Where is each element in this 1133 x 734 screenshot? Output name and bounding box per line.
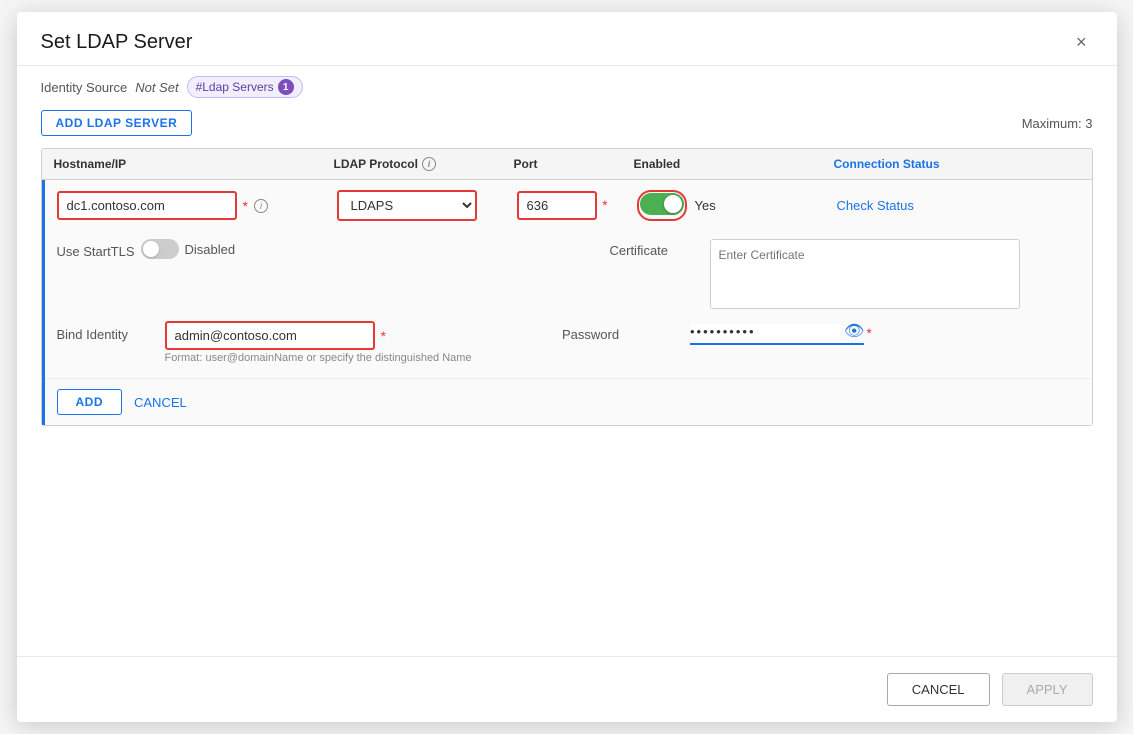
toolbar: ADD LDAP SERVER Maximum: 3 [17,98,1117,148]
protocol-select[interactable]: LDAPS LDAP [337,190,477,221]
protocol-info-icon[interactable]: i [422,157,436,171]
table-row: * i LDAPS LDAP * [42,180,1092,425]
password-wrapper: 👁 [690,321,864,345]
add-ldap-server-button[interactable]: ADD LDAP SERVER [41,110,193,136]
ldap-table: Hostname/IP LDAP Protocol i Port Enabled… [41,148,1093,426]
enabled-toggle[interactable] [640,193,684,215]
bind-row: Bind Identity * Format: user@domainName … [57,321,1080,364]
dialog-header: Set LDAP Server × [17,12,1117,66]
set-ldap-dialog: Set LDAP Server × Identity Source Not Se… [17,12,1117,722]
dialog-subheader: Identity Source Not Set #Ldap Servers 1 [17,66,1117,98]
bind-identity-input[interactable] [165,321,375,350]
bind-required: * [381,328,386,344]
connection-cell: Check Status [837,198,1080,213]
certificate-label: Certificate [610,239,700,258]
hostname-cell: * i [57,191,337,220]
add-button[interactable]: ADD [57,389,123,415]
header-connection: Connection Status [834,157,1080,171]
ldap-badge-text: #Ldap Servers [196,80,274,94]
footer-apply-button: APPLY [1002,673,1093,706]
content-spacer [17,426,1117,656]
starttls-label: Use StartTLS [57,240,135,259]
protocol-cell: LDAPS LDAP [337,190,517,221]
password-label: Password [562,321,682,342]
enabled-label: Yes [695,198,716,213]
starttls-toggle[interactable] [141,239,179,259]
table-header: Hostname/IP LDAP Protocol i Port Enabled… [42,149,1092,180]
bind-input-wrapper: * [165,321,555,350]
ldap-badge[interactable]: #Ldap Servers 1 [187,76,303,98]
identity-source-label: Identity Source [41,80,128,95]
identity-source-value: Not Set [135,80,178,95]
enabled-toggle-wrapper [637,190,687,221]
row-cancel-button[interactable]: CANCEL [134,395,187,410]
port-required: * [602,197,607,213]
hostname-required: * [243,198,248,214]
header-hostname: Hostname/IP [54,157,334,171]
certificate-section: Certificate [610,239,1020,309]
ldap-badge-count: 1 [278,79,294,95]
header-port: Port [514,157,634,171]
header-enabled: Enabled [634,157,834,171]
hostname-info-icon[interactable]: i [254,199,268,213]
certificate-textarea[interactable] [710,239,1020,309]
pw-required: * [866,325,871,341]
header-protocol: LDAP Protocol i [334,157,514,171]
starttls-knob [143,241,159,257]
row-actions: ADD CANCEL [45,378,1092,425]
dialog-title: Set LDAP Server [41,31,193,54]
table-row-main: * i LDAPS LDAP * [45,180,1092,231]
close-button[interactable]: × [1070,30,1093,55]
bind-hint: Format: user@domainName or specify the d… [165,352,555,364]
starttls-status: Disabled [185,242,236,257]
max-label: Maximum: 3 [1022,116,1093,131]
password-section: 👁 * [690,321,1080,345]
starttls-section: Use StartTLS Disabled [57,239,236,259]
toggle-knob [664,195,682,213]
bind-identity-label: Bind Identity [57,321,157,342]
bind-identity-section: * Format: user@domainName or specify the… [165,321,555,364]
check-status-link[interactable]: Check Status [837,198,914,213]
footer-cancel-button[interactable]: CANCEL [887,673,990,706]
dialog-footer: CANCEL APPLY [17,656,1117,722]
password-input[interactable] [690,324,840,339]
hostname-input[interactable] [57,191,237,220]
eye-icon[interactable]: 👁 [844,321,864,341]
port-cell: * [517,191,637,220]
enabled-cell: Yes [637,190,837,221]
port-input[interactable] [517,191,597,220]
row-details: Use StartTLS Disabled Certificate Bind I… [45,231,1092,378]
